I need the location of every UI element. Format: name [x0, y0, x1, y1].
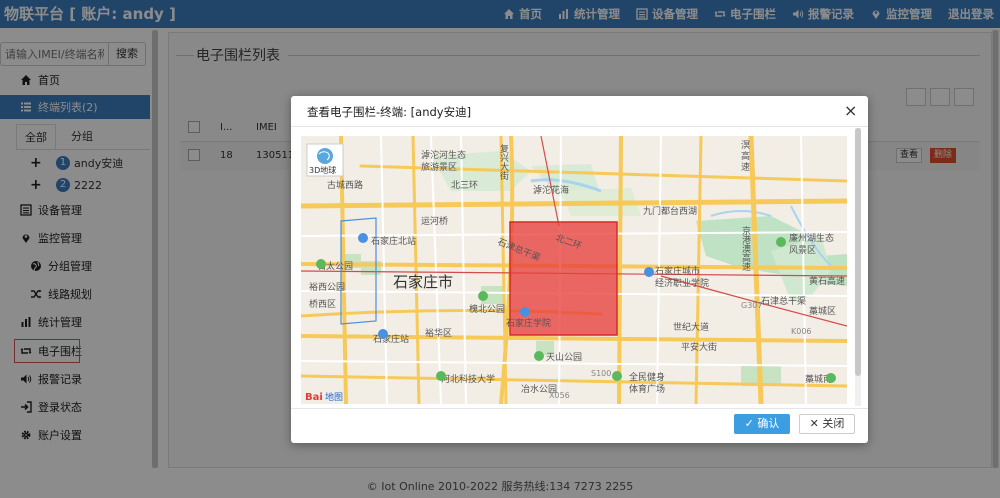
map-label: 天山公园: [546, 352, 582, 363]
map-label: 溟: [741, 140, 750, 151]
modal-scrollbar-thumb[interactable]: [855, 128, 861, 376]
map-label: 廉州湖生态: [789, 232, 834, 244]
svg-text:Bai: Bai: [305, 392, 323, 403]
map-label: 裕西公园: [309, 281, 345, 293]
svg-text:地图: 地图: [325, 391, 343, 403]
3d-earth-button[interactable]: 3D地球: [306, 143, 344, 177]
map-label: 石家庄北站: [371, 235, 416, 247]
map-label: 桥西区: [309, 298, 336, 310]
map-label: 黄石高速: [809, 275, 845, 287]
map-label: 体育广场: [629, 383, 665, 395]
3d-earth-label: 3D地球: [309, 165, 336, 175]
modal-header-divider: [291, 126, 868, 127]
close-icon: ✕: [809, 417, 819, 430]
map-label-city: 石家庄市: [393, 273, 453, 291]
close-icon[interactable]: ×: [844, 103, 857, 119]
map-label: 运河桥: [421, 215, 448, 227]
map-label: 藁城区: [809, 305, 836, 317]
modal-scrollbar[interactable]: [855, 128, 861, 406]
map-label: 滹沱河生态: [421, 149, 466, 161]
map-label: 滹沱花海: [533, 184, 569, 196]
modal-footer-divider: [291, 408, 868, 409]
map-label: 河北科技大学: [441, 373, 495, 385]
map-label: X056: [549, 391, 570, 400]
map-label: 石家庄学院: [506, 317, 551, 329]
map-label: 风景区: [789, 245, 816, 256]
map-label: 平安大街: [681, 341, 717, 353]
map-label: 速: [741, 162, 750, 173]
fence-view-modal: 查看电子围栏-终端: [andy安迪] × 古城西路 北三环 滹沱河生态 旅游景…: [291, 96, 868, 443]
map-canvas[interactable]: 古城西路 北三环 滹沱河生态 旅游景区 滹沱花海 运河桥 石家庄北站 石太公园 …: [301, 136, 847, 404]
map-label: 经济职业学院: [655, 277, 709, 289]
map-label: 复兴大街: [498, 143, 509, 181]
map-label: S100: [591, 369, 611, 378]
map-label: 高: [741, 150, 750, 162]
map-label: 石家庄城市: [655, 265, 700, 277]
check-icon: ✓: [744, 417, 754, 430]
map-label: 古城西路: [327, 179, 363, 191]
map-label: 槐北公园: [469, 303, 505, 315]
map-label: 石津总干渠: [761, 295, 806, 307]
map-label: 裕华区: [425, 327, 452, 339]
close-button[interactable]: ✕ 关闭: [799, 414, 855, 434]
map-label: 九门都台西湖: [643, 205, 697, 217]
map-label: 北三环: [451, 180, 478, 191]
map-label: 京港澳高速: [740, 225, 751, 272]
map-label: 全民健身: [629, 371, 665, 383]
map-label: G307: [741, 301, 762, 310]
modal-title: 查看电子围栏-终端: [andy安迪]: [307, 105, 472, 119]
map-label: K006: [791, 327, 812, 336]
confirm-button[interactable]: ✓ 确认: [734, 414, 790, 434]
fence-map[interactable]: 古城西路 北三环 滹沱河生态 旅游景区 滹沱花海 运河桥 石家庄北站 石太公园 …: [301, 136, 847, 404]
map-label: 世纪大道: [673, 321, 709, 333]
map-label: 旅游景区: [421, 161, 457, 173]
